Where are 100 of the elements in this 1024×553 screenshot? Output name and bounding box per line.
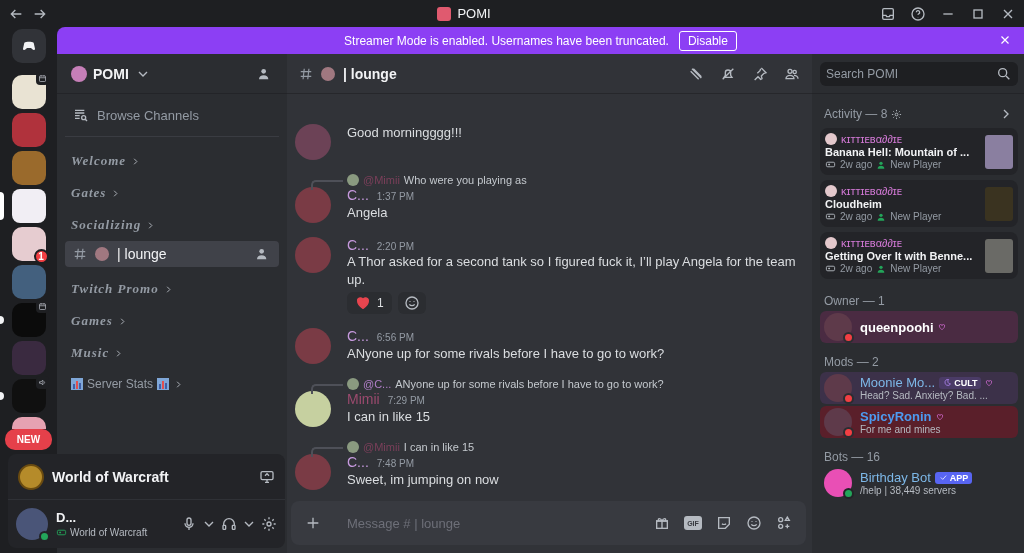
search-field[interactable]: Search POMI (820, 61, 1018, 86)
game-name: World of Warcraft (52, 468, 169, 485)
boost-icon (937, 322, 946, 332)
author-name[interactable]: C... (347, 328, 369, 344)
disable-button[interactable]: Disable (678, 30, 737, 51)
category-name[interactable]: Games (71, 313, 113, 329)
hash-icon (299, 66, 313, 81)
activity-username: ᴋɪᴛᴛɪᴇʙα∂∂ɪᴇ (841, 185, 903, 197)
avatar (347, 173, 359, 186)
gamepad-icon (825, 211, 836, 222)
server-icon[interactable] (11, 417, 46, 429)
game-art-placeholder (985, 134, 1013, 169)
emoji-icon[interactable] (746, 515, 762, 531)
gamepad-icon (825, 159, 836, 170)
member-item[interactable]: SpicyRonin For me and mines (820, 406, 1018, 438)
heart-icon (355, 295, 371, 311)
home-button[interactable] (11, 29, 46, 63)
server-icon[interactable]: 1 (11, 227, 46, 261)
bar-chart-icon (157, 378, 170, 390)
member-name: Moonie Mo... (860, 375, 936, 390)
pin-icon[interactable] (752, 65, 768, 82)
category-name[interactable]: Server Stats (87, 377, 154, 391)
reaction-button[interactable]: 1 (347, 292, 392, 314)
bar-chart-icon (71, 378, 83, 390)
activity-card[interactable]: ᴋɪᴛᴛɪᴇʙα∂∂ɪᴇ Cloudheim 2w ago New Player (820, 180, 1018, 227)
author-name[interactable]: C... (347, 236, 369, 253)
player-tag: New Player (890, 159, 942, 170)
settings-icon[interactable] (891, 108, 903, 120)
threads-icon[interactable] (688, 65, 704, 82)
time-ago: 2w ago (840, 211, 873, 222)
help-icon[interactable] (910, 5, 926, 22)
reply-author[interactable]: @C... (363, 378, 392, 390)
channel-item[interactable]: | lounge (65, 241, 279, 267)
server-name[interactable]: POMI (93, 65, 129, 82)
plus-icon[interactable] (305, 515, 321, 531)
apps-icon[interactable] (776, 515, 792, 531)
message-text: Sweet, im jumping on now (347, 470, 500, 489)
member-tag: CULT (939, 376, 982, 389)
author-name[interactable]: C... (347, 186, 369, 203)
screen-share-icon[interactable] (259, 468, 275, 485)
member-tag: APP (934, 471, 973, 484)
message-text: A Thor asked for a second tank so I figured fuck it, I’ll play Angela for the team up. (347, 252, 796, 289)
author-name[interactable]: C... (347, 454, 369, 470)
online-status-dot (39, 531, 50, 542)
server-icon[interactable] (11, 75, 46, 109)
member-name: queenpoohi (860, 319, 934, 335)
avatar (825, 185, 837, 197)
activity-card[interactable]: ᴋɪᴛᴛɪᴇʙα∂∂ɪᴇ Banana Hell: Mountain of ... 2w ago New Player (820, 128, 1018, 175)
server-icon (71, 65, 87, 82)
microphone-icon[interactable] (181, 516, 197, 532)
group-title: Bots — 16 (823, 449, 882, 466)
activity-username: ᴋɪᴛᴛɪᴇʙα∂∂ɪᴇ (841, 133, 903, 145)
user-icon (876, 159, 887, 170)
member-name: SpicyRonin (860, 409, 932, 424)
group-title: Mods — 2 (823, 354, 880, 371)
reply-text[interactable]: Who were you playing as (403, 173, 527, 186)
calendar-icon (35, 300, 49, 313)
headphones-icon[interactable] (221, 516, 237, 532)
game-title: Cloudheim (825, 198, 883, 210)
search-icon (996, 66, 1012, 82)
avatar[interactable] (16, 508, 48, 540)
browse-channels-icon (73, 107, 89, 123)
settings-icon[interactable] (261, 516, 277, 532)
add-reaction-button[interactable] (397, 292, 426, 314)
category-name[interactable]: Gates (71, 185, 107, 201)
message-input[interactable]: Message # | lounge (335, 509, 640, 537)
hash-icon (73, 247, 87, 261)
reply-text[interactable]: ANyone up for some rivals before I have to go to work? (395, 378, 664, 390)
time-ago: 2w ago (840, 263, 873, 274)
group-title: Owner — 1 (823, 293, 886, 310)
message-text: Angela (347, 203, 389, 222)
game-art-placeholder (985, 238, 1013, 273)
inbox-icon[interactable] (880, 5, 896, 22)
activity-card[interactable]: ᴋɪᴛᴛɪᴇʙα∂∂ɪᴇ Getting Over It with Benne... 2w ago New Player (820, 232, 1018, 279)
section-title: Activity — 8 (824, 107, 888, 121)
member-item[interactable]: queenpoohi (820, 311, 1018, 343)
category-name[interactable]: Twitch Promo (71, 281, 159, 297)
username: D... (56, 510, 78, 525)
member-item[interactable]: Birthday Bot APP /help | 38,449 servers (820, 467, 1018, 499)
time-ago: 2w ago (840, 159, 873, 170)
avatar (825, 133, 837, 145)
category-name[interactable]: Socializing (71, 217, 142, 233)
category-name[interactable]: Music (71, 345, 110, 361)
category-name[interactable]: Welcome (71, 153, 127, 169)
member-item[interactable]: Moonie Mo... CULT Head? Sad. Anxiety? Bad. ... (820, 372, 1018, 404)
speaker-icon (35, 376, 49, 389)
avatar[interactable] (295, 391, 331, 427)
sticker-icon[interactable] (716, 515, 732, 531)
gift-icon[interactable] (654, 515, 670, 531)
cup-icon (321, 66, 335, 81)
activity-username: ᴋɪᴛᴛɪᴇʙα∂∂ɪᴇ (841, 237, 903, 249)
browse-channels-link[interactable]: Browse Channels (97, 107, 199, 123)
timestamp: 2:20 PM (376, 240, 415, 252)
avatar (347, 378, 359, 390)
status-dot (843, 427, 854, 438)
user-icon (876, 211, 887, 222)
reply-text[interactable]: I can in like 15 (403, 441, 475, 453)
user-status: World of Warcraft (70, 527, 148, 538)
check-icon (938, 473, 948, 482)
status-dot (843, 332, 854, 343)
